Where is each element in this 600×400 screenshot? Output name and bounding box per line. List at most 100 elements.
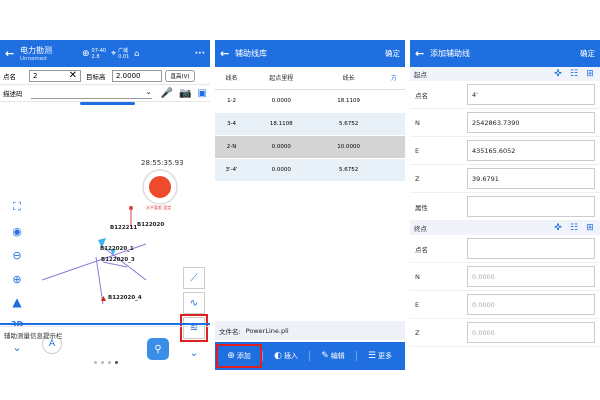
more-menu-button[interactable]: ··· xyxy=(195,49,205,59)
column-header: 方 xyxy=(382,67,405,90)
code-input-row: 描述码 ⌄ 🎤 📷 ▣ xyxy=(0,85,210,102)
code-input[interactable]: ⌄ xyxy=(31,88,152,99)
position-indicator xyxy=(149,176,171,198)
table-cell: 3'-4' xyxy=(215,158,249,182)
point-list-icon[interactable]: ☷ xyxy=(568,68,580,80)
start-attribute-input[interactable] xyxy=(467,196,595,217)
file-name-label: 文件名: xyxy=(219,327,241,336)
field-label: 点名 xyxy=(415,245,428,254)
point-marker xyxy=(129,206,133,210)
satellite-icon[interactable]: ⊕ xyxy=(82,49,90,59)
chevron-down-icon[interactable]: ⌄ xyxy=(146,88,152,98)
back-arrow-icon[interactable]: ← xyxy=(220,48,232,59)
column-header: 线长 xyxy=(314,67,383,90)
map-select-icon[interactable]: ⊞ xyxy=(584,68,596,80)
plus-circle-icon: ⊕ xyxy=(227,351,235,361)
camera-icon[interactable]: 📷 xyxy=(179,88,191,99)
zoom-out-icon[interactable]: ⊖ xyxy=(8,246,26,264)
point-name-value: 2 xyxy=(33,71,38,80)
insert-button[interactable]: ◐ 插入 xyxy=(262,351,309,361)
field-label: E xyxy=(415,146,420,155)
field-label: N xyxy=(415,118,420,127)
field-label: Z xyxy=(415,174,420,183)
point-list-icon[interactable]: ☷ xyxy=(568,222,580,234)
image-icon[interactable]: ▣ xyxy=(198,88,207,99)
radio-icon[interactable]: ⌂ xyxy=(134,49,139,58)
edit-button[interactable]: ✎ 编辑 xyxy=(309,351,356,361)
title-block: 电力勘测 Unnamed xyxy=(20,45,82,62)
map-select-icon[interactable]: ⊞ xyxy=(584,222,596,234)
height-type-value: 直高(V) xyxy=(170,73,190,80)
north-icon[interactable]: ▲ xyxy=(8,293,26,311)
end-z-row: Z 0.0000 xyxy=(410,319,600,347)
add-button[interactable]: ⊕ 添加 xyxy=(216,344,262,368)
crosshair-icon[interactable]: ⌖ xyxy=(111,49,116,59)
satellite-status: 07-40 2.8 xyxy=(91,47,107,60)
page-dot xyxy=(101,361,104,364)
field-label: N xyxy=(415,272,420,281)
start-z-input[interactable]: 39.6791 xyxy=(467,168,595,189)
start-e-input[interactable]: 435165.6052 xyxy=(467,140,595,161)
height-type-select[interactable]: 直高(V) xyxy=(165,69,195,82)
clear-icon[interactable]: ✕ xyxy=(69,70,77,81)
field-label: 点名 xyxy=(415,91,428,100)
end-point-name-input[interactable] xyxy=(467,238,595,259)
layers-icon[interactable]: ◉ xyxy=(8,222,26,240)
line-tool-icon[interactable]: ⟋ xyxy=(183,267,205,289)
page-dot xyxy=(115,361,118,364)
gps-locate-icon[interactable]: ✜ xyxy=(552,222,564,234)
microphone-icon[interactable]: 🎤 xyxy=(161,88,173,99)
table-cell: 5.6752 xyxy=(314,112,383,136)
start-point-name-input[interactable]: 4' xyxy=(467,84,595,105)
confirm-button[interactable]: 确定 xyxy=(385,48,400,59)
fit-icon[interactable]: ⛶ xyxy=(8,198,26,216)
map-point-label: B122211 xyxy=(110,225,138,231)
point-input-row: 点名 2 ✕ 目标高 2.0000 直高(V) xyxy=(0,67,210,85)
start-point-label: 起点 xyxy=(414,71,427,79)
page-title: 添加辅助线 xyxy=(430,49,470,58)
project-name: Unnamed xyxy=(20,56,47,62)
table-cell: 5.6752 xyxy=(314,158,383,182)
library-title-bar: ← 辅助线库 确定 xyxy=(215,40,405,67)
table-cell xyxy=(382,158,405,182)
start-attribute-row: 属性 xyxy=(410,193,600,221)
start-n-input[interactable]: 2542863.7390 xyxy=(467,112,595,133)
target-height-value: 2.0000 xyxy=(116,71,141,80)
map-point-label: B122020_1 xyxy=(100,246,134,252)
end-e-input[interactable]: 0.0000 xyxy=(467,294,595,315)
survey-title-bar: ← 电力勘测 Unnamed ⊕ 07-40 2.8 ⌖ 广域 0.01 ⌂ ·… xyxy=(0,40,210,67)
correction-status: 广域 0.01 xyxy=(118,48,130,60)
end-n-input[interactable]: 0.0000 xyxy=(467,266,595,287)
back-arrow-icon[interactable]: ← xyxy=(5,48,17,59)
table-cell: 18.1108 xyxy=(248,112,315,136)
start-point-header: 起点 ✜ ☷ ⊞ xyxy=(410,67,600,81)
field-label: Z xyxy=(415,328,420,337)
confirm-button[interactable]: 确定 xyxy=(580,48,595,59)
point-name-input[interactable]: 2 ✕ xyxy=(29,69,81,82)
insert-icon: ◐ xyxy=(274,351,282,361)
field-label: 属性 xyxy=(415,203,428,212)
code-label: 描述码 xyxy=(3,90,23,98)
table-cell xyxy=(382,135,405,159)
curve-tool-icon[interactable]: ∿ xyxy=(183,292,205,314)
table-row[interactable]: 3-4 18.1108 5.6752 xyxy=(215,112,405,136)
more-button[interactable]: ☰ 更多 xyxy=(356,351,403,361)
aux-line-3 xyxy=(95,256,104,305)
line-table: 线名 起点里程 线长 方 1-2 0.0000 18.1109 3-4 18.1… xyxy=(215,67,405,182)
precision-status: 水平要差 固定 xyxy=(146,205,172,210)
zoom-in-icon[interactable]: ⊕ xyxy=(8,270,26,288)
end-z-input[interactable]: 0.0000 xyxy=(467,322,595,343)
gps-locate-icon[interactable]: ✜ xyxy=(552,68,564,80)
expand-icon[interactable]: ⌄ xyxy=(183,342,205,364)
insert-button-label: 插入 xyxy=(283,352,298,360)
target-height-label: 目标高 xyxy=(86,72,106,81)
point-name-label: 点名 xyxy=(3,72,16,81)
table-row[interactable]: 3'-4' 0.0000 5.6752 xyxy=(215,158,405,182)
table-row[interactable]: 1-2 0.0000 18.1109 xyxy=(215,89,405,113)
map-view[interactable]: 28:55:35.93 水平要差 固定 B122211 B122020 B122… xyxy=(0,102,210,364)
target-height-input[interactable]: 2.0000 xyxy=(112,69,162,82)
table-row-selected[interactable]: 2-N 0.0000 10.0000 xyxy=(215,135,405,159)
more-button-label: 更多 xyxy=(378,352,393,360)
table-cell xyxy=(382,112,405,136)
back-arrow-icon[interactable]: ← xyxy=(415,48,427,59)
